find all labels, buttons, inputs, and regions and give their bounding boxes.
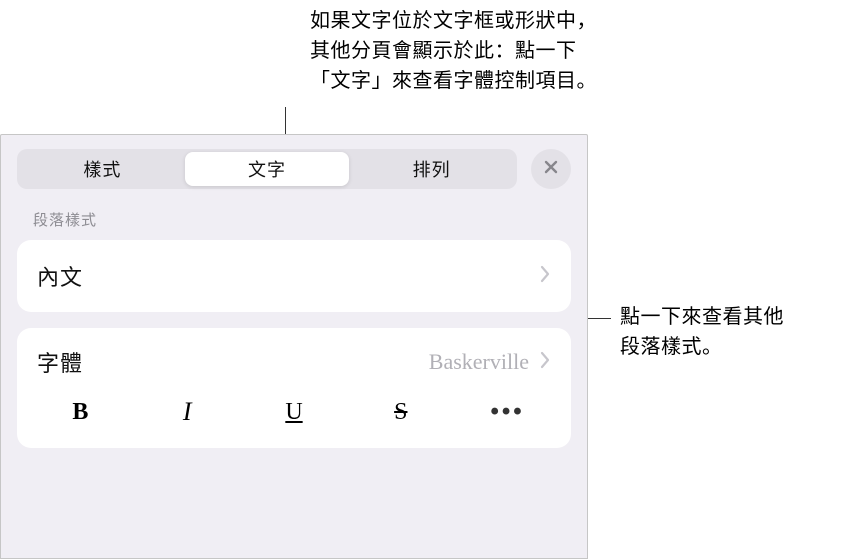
paragraph-style-value: 內文 — [37, 260, 539, 292]
tab-style[interactable]: 樣式 — [20, 152, 185, 186]
font-label: 字體 — [37, 346, 429, 378]
font-row[interactable]: 字體 Baskerville — [17, 328, 571, 390]
paragraph-style-row[interactable]: 內文 — [17, 240, 571, 312]
format-panel: 樣式 文字 排列 段落樣式 內文 字體 Baskerville B — [0, 134, 588, 559]
bold-button[interactable]: B — [27, 390, 134, 434]
callout-right-text: 點一下來查看其他 段落樣式。 — [620, 302, 784, 362]
chevron-right-icon — [539, 265, 551, 288]
close-button[interactable] — [531, 149, 571, 189]
paragraph-style-card: 內文 — [17, 240, 571, 312]
underline-button[interactable]: U — [241, 390, 348, 434]
italic-button[interactable]: I — [134, 390, 241, 434]
callout-top-text: 如果文字位於文字框或形狀中， 其他分頁會顯示於此：點一下 「文字」來查看字體控制… — [310, 6, 597, 96]
section-label-paragraph-style: 段落樣式 — [1, 201, 587, 236]
strikethrough-button[interactable]: S — [347, 390, 454, 434]
tab-segmented-control: 樣式 文字 排列 — [17, 149, 517, 189]
text-style-row: B I U S ••• — [17, 390, 571, 442]
font-value: Baskerville — [429, 349, 529, 375]
close-icon — [543, 159, 559, 180]
panel-header: 樣式 文字 排列 — [1, 135, 587, 201]
more-options-button[interactable]: ••• — [454, 390, 561, 434]
tab-arrange[interactable]: 排列 — [349, 152, 514, 186]
chevron-right-icon — [539, 351, 551, 374]
tab-text[interactable]: 文字 — [185, 152, 350, 186]
font-card: 字體 Baskerville B I U S ••• — [17, 328, 571, 448]
